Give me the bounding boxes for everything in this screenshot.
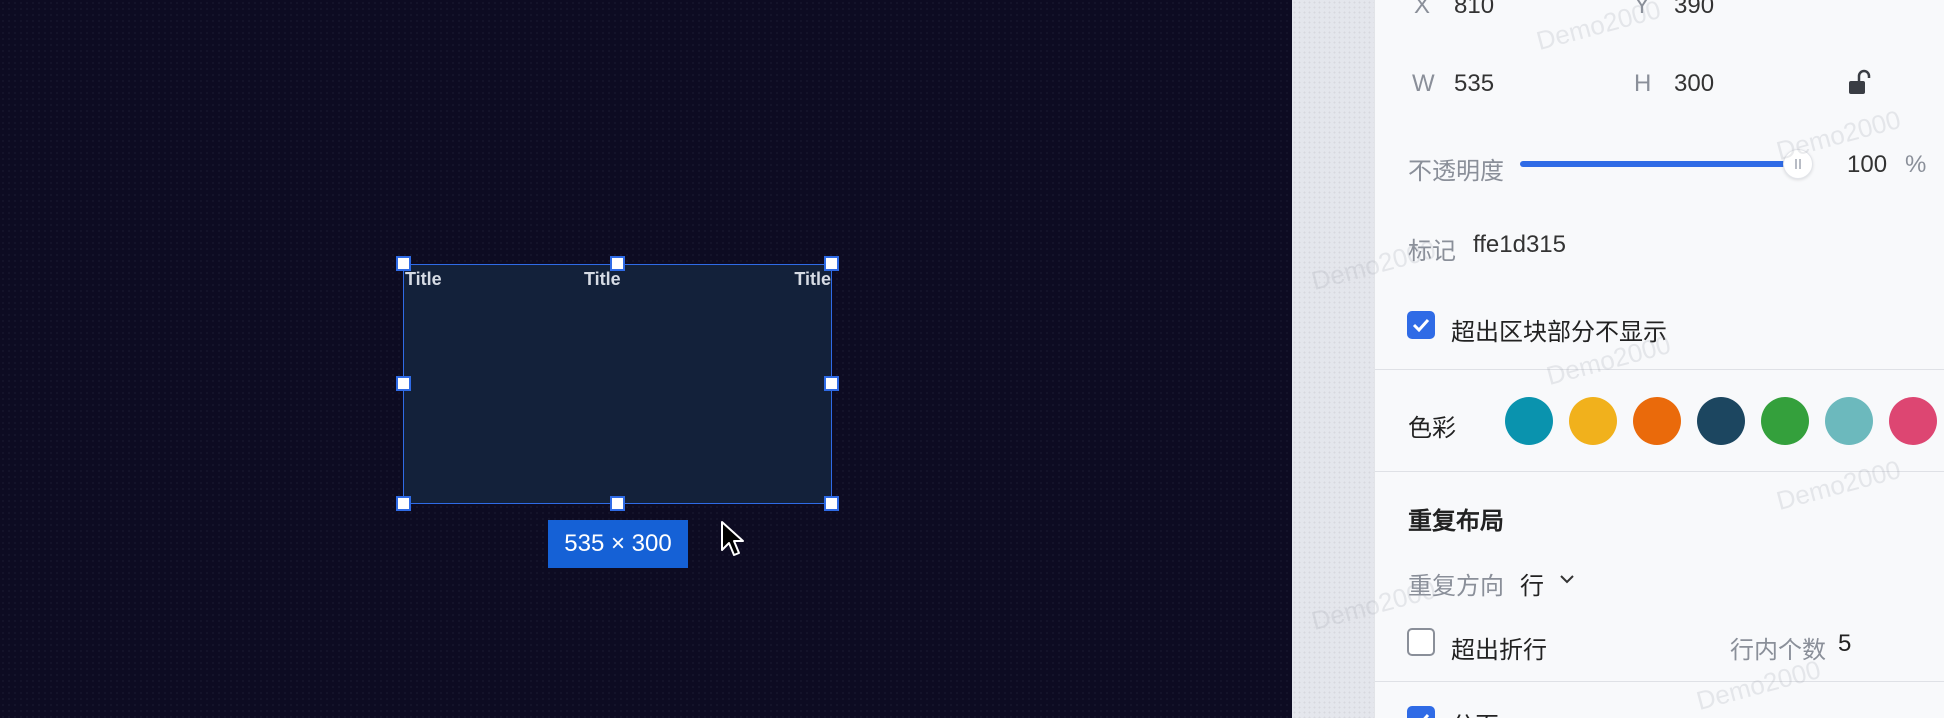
h-input[interactable]: 300	[1674, 70, 1714, 98]
paging-checkbox[interactable]	[1407, 706, 1435, 718]
color-label: 色彩	[1408, 415, 1456, 442]
resize-handle-bottom[interactable]	[610, 496, 625, 511]
resize-handle-top-right[interactable]	[824, 256, 839, 271]
block-title-left: Title	[405, 269, 442, 289]
section-divider	[1375, 681, 1944, 682]
clip-checkbox[interactable]	[1407, 311, 1435, 339]
opacity-unit: %	[1905, 151, 1927, 178]
mouse-cursor-icon	[721, 521, 744, 556]
resize-handle-left[interactable]	[396, 376, 411, 391]
color-swatch-5[interactable]	[1761, 397, 1809, 445]
opacity-label: 不透明度	[1408, 158, 1504, 185]
block-title-right: Title	[794, 269, 831, 289]
clip-label: 超出区块部分不显示	[1451, 319, 1667, 346]
opacity-slider-handle[interactable]	[1783, 149, 1813, 179]
color-swatch-3[interactable]	[1633, 397, 1681, 445]
y-input[interactable]: 390	[1674, 0, 1714, 20]
color-swatch-7[interactable]	[1889, 397, 1937, 445]
resize-handle-right[interactable]	[824, 376, 839, 391]
chevron-down-icon[interactable]	[1559, 573, 1575, 585]
opacity-value[interactable]: 100	[1847, 151, 1887, 179]
opacity-slider-track[interactable]	[1520, 161, 1795, 167]
per-row-label: 行内个数	[1730, 637, 1826, 664]
w-input[interactable]: 535	[1454, 70, 1494, 98]
watermark-text: Demo2000	[1773, 454, 1904, 516]
wrap-label: 超出折行	[1451, 637, 1547, 664]
resize-handle-bottom-right[interactable]	[824, 496, 839, 511]
block-title-center: Title	[584, 269, 621, 289]
check-icon	[1423, 713, 1430, 718]
tag-value: ffe1d315	[1473, 231, 1566, 258]
property-panel: X 810 Y 390 W 535 H 300 不透明度 100 % 标记 ff…	[1374, 0, 1944, 718]
w-label: W	[1412, 70, 1435, 97]
panel-gutter	[1292, 0, 1374, 718]
resize-handle-top-left[interactable]	[396, 256, 411, 271]
repeat-direction-select[interactable]: 行	[1520, 566, 1544, 601]
resize-handle-bottom-left[interactable]	[396, 496, 411, 511]
unlock-icon[interactable]	[1847, 69, 1871, 97]
x-label: X	[1414, 0, 1431, 19]
wrap-checkbox[interactable]	[1407, 628, 1435, 656]
color-swatch-6[interactable]	[1825, 397, 1873, 445]
y-label: Y	[1634, 0, 1651, 19]
section-divider	[1375, 369, 1944, 370]
selected-block[interactable]: Title Title Title	[403, 264, 832, 504]
x-input[interactable]: 810	[1454, 0, 1494, 20]
check-icon	[1412, 318, 1430, 332]
design-canvas[interactable]: Title Title Title 535 × 300	[0, 0, 1292, 718]
resize-handle-top[interactable]	[610, 256, 625, 271]
paging-label: 分页	[1451, 706, 1499, 718]
h-label: H	[1634, 70, 1652, 97]
color-swatch-1[interactable]	[1505, 397, 1553, 445]
tag-label: 标记	[1408, 238, 1456, 265]
repeat-direction-label: 重复方向	[1408, 573, 1504, 600]
color-swatch-2[interactable]	[1569, 397, 1617, 445]
repeat-layout-title: 重复布局	[1408, 508, 1504, 535]
per-row-value[interactable]: 5	[1838, 630, 1851, 658]
color-swatch-4[interactable]	[1697, 397, 1745, 445]
section-divider	[1375, 471, 1944, 472]
size-tooltip: 535 × 300	[548, 520, 688, 568]
